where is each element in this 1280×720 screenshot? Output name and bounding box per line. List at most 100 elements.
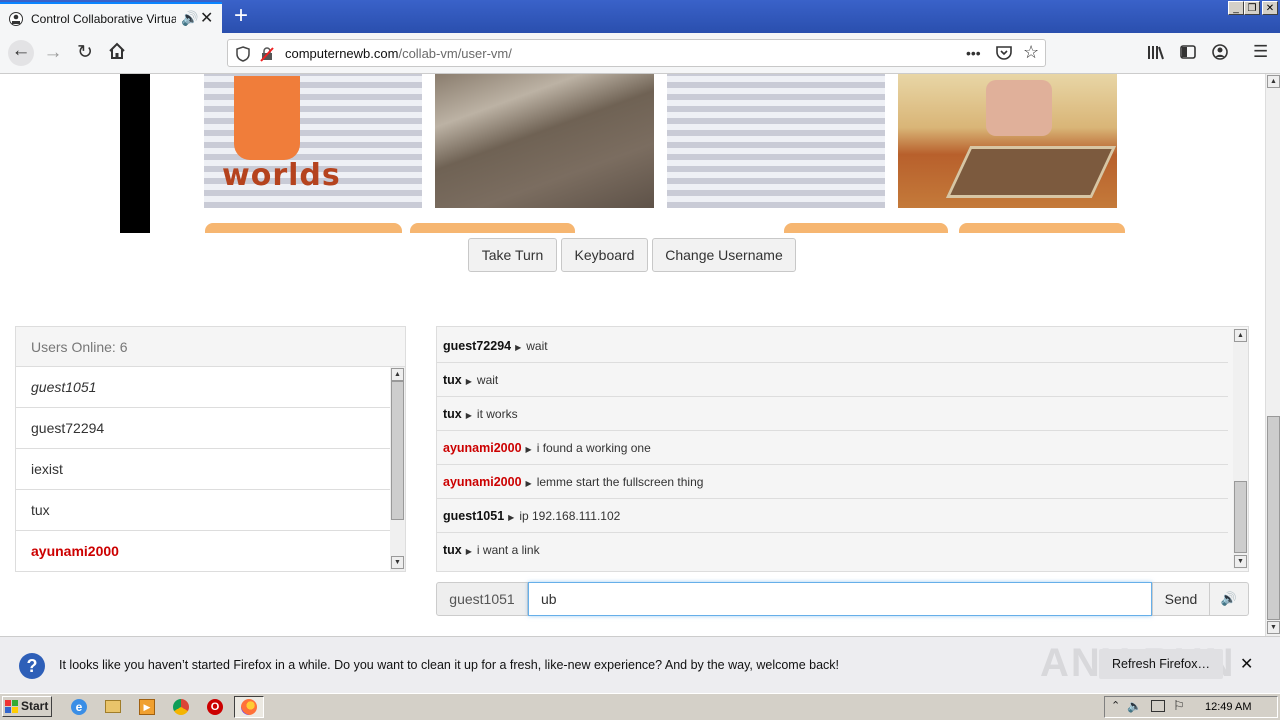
vm-screen-edge [120,74,150,233]
windows-taskbar: Start e ▶ O ⌃ 🔈 ⚐ 12:49 AM [0,693,1280,720]
page-scrollbar[interactable]: ▲ ▼ [1265,74,1280,636]
message-arrow-icon: ▶ [465,547,472,556]
windows-logo-icon [5,700,19,719]
vm-label-stub [410,223,575,233]
vm-thumbnail-room[interactable] [898,74,1117,208]
start-label: Start [21,699,49,713]
close-tab-icon[interactable]: ✕ [200,8,213,28]
volume-icon[interactable]: 🔈 [1127,699,1142,713]
scroll-up-icon[interactable]: ▲ [1267,75,1280,88]
take-turn-button[interactable]: Take Turn [468,238,557,272]
chat-message: ayunami2000 ▶ i found a working one [437,431,1228,465]
user-list-item[interactable]: iexist [16,449,390,490]
back-icon[interactable]: ← [8,40,34,66]
action-center-flag-icon[interactable]: ⚐ [1173,698,1185,714]
start-button[interactable]: Start [2,696,52,717]
chat-panel: guest72294 ▶ wait tux ▶ wait tux ▶ it works ay… [436,326,1249,572]
internet-explorer-icon[interactable]: e [71,699,87,715]
message-arrow-icon: ▶ [465,411,472,420]
rug-shape [945,146,1117,198]
media-player-icon[interactable]: ▶ [139,699,155,715]
refresh-firefox-notification: ? It looks like you haven’t started Fire… [0,636,1280,693]
firefox-taskbar-button[interactable] [234,696,264,718]
chat-message: tux ▶ i want a link [443,543,540,557]
chat-message: tux ▶ wait [437,363,1228,397]
new-tab-icon[interactable]: + [228,3,254,29]
chat-input-row: guest1051 Send 🔊 [436,582,1249,616]
message-arrow-icon: ▶ [465,377,472,386]
vm-label-stub [959,223,1125,233]
clock[interactable]: 12:49 AM [1205,701,1251,713]
forward-icon[interactable]: → [42,42,64,64]
question-icon: ? [18,652,46,683]
refresh-firefox-button[interactable]: Refresh Firefox… [1099,649,1223,679]
system-tray: ⌃ 🔈 ⚐ 12:49 AM [1104,696,1278,718]
network-icon[interactable] [1151,700,1165,712]
navigation-toolbar: ← → ↻ computernewb.com/collab-vm/user-vm… [0,33,1280,74]
chat-scrollbar[interactable]: ▲ ▼ [1233,329,1248,569]
user-list-item[interactable]: guest72294 [16,408,390,449]
message-arrow-icon: ▶ [525,445,532,454]
message-arrow-icon: ▶ [508,513,515,522]
close-notification-icon[interactable]: ✕ [1240,654,1253,674]
page-actions-icon[interactable]: ••• [966,45,981,61]
users-scrollbar[interactable]: ▲ ▼ [390,367,405,571]
page-content: worlds Take Turn Keyboard Change Usernam… [0,74,1265,636]
scroll-up-icon[interactable]: ▲ [1234,329,1247,342]
scroll-thumb[interactable] [391,381,404,520]
restore-icon[interactable]: ❐ [1244,1,1260,15]
worlds-logo-shape [234,76,300,160]
vm-thumbnail-tiles[interactable] [667,74,885,208]
scroll-thumb[interactable] [1234,481,1247,553]
keyboard-button[interactable]: Keyboard [561,238,648,272]
chat-message: guest72294 ▶ wait [437,329,1228,363]
reload-icon[interactable]: ↻ [74,42,96,64]
tab-strip: Control Collaborative Virtual M 🔊 ✕ + _ … [0,0,1280,33]
chat-message: ayunami2000 ▶ lemme start the fullscreen t… [437,465,1228,499]
tray-expand-icon[interactable]: ⌃ [1111,699,1120,712]
users-online-header: Users Online: 6 [16,327,405,367]
send-button[interactable]: Send [1152,582,1210,616]
tab-title: Control Collaborative Virtual M [31,12,176,26]
chrome-icon[interactable] [173,699,189,715]
chat-message: guest1051 ▶ ip 192.168.111.102 [437,499,1228,533]
url-text[interactable]: computernewb.com/collab-vm/user-vm/ [285,46,512,61]
sidebar-icon[interactable] [1179,43,1197,64]
vm-thumbnail-mountain[interactable] [435,74,654,208]
notification-text: It looks like you haven’t started Firefo… [59,658,840,672]
users-online-panel: Users Online: 6 guest1051 guest72294 iex… [15,326,406,572]
user-list-item[interactable]: guest1051 [16,367,390,408]
scroll-up-icon[interactable]: ▲ [391,368,404,381]
scroll-down-icon[interactable]: ▼ [391,556,404,569]
message-arrow-icon: ▶ [515,343,522,352]
window-close-icon[interactable]: ✕ [1262,1,1278,15]
vm-thumbnail-worlds[interactable]: worlds [204,74,422,208]
bookmark-star-icon[interactable]: ☆ [1023,42,1039,63]
scroll-down-icon[interactable]: ▼ [1234,555,1247,568]
opera-icon[interactable]: O [207,699,223,715]
explorer-folder-icon[interactable] [105,700,121,713]
firefox-icon [241,699,257,715]
account-icon[interactable] [1211,43,1229,64]
minimize-icon[interactable]: _ [1228,1,1244,15]
insecure-lock-icon[interactable] [260,46,274,65]
scroll-down-icon[interactable]: ▼ [1267,621,1280,634]
menu-icon[interactable]: ☰ [1253,42,1268,62]
home-icon[interactable] [106,42,128,64]
address-bar[interactable]: computernewb.com/collab-vm/user-vm/ ••• … [227,39,1046,67]
chat-message-input[interactable] [528,582,1152,616]
svg-text:?: ? [27,656,38,676]
change-username-button[interactable]: Change Username [652,238,796,272]
user-list-item[interactable]: ayunami2000 [16,531,390,572]
vm-label-stub [784,223,948,233]
chat-message: tux ▶ it works [437,397,1228,431]
shield-icon[interactable] [236,46,250,65]
library-icon[interactable] [1146,43,1166,64]
browser-tab[interactable]: Control Collaborative Virtual M 🔊 ✕ [0,2,222,33]
pocket-icon[interactable] [995,44,1013,65]
scroll-thumb[interactable] [1267,416,1280,620]
speaker-icon[interactable]: 🔊 [181,10,198,27]
user-list-item[interactable]: tux [16,490,390,531]
chat-username-label: guest1051 [436,582,528,616]
chat-sound-toggle-icon[interactable]: 🔊 [1209,582,1249,616]
